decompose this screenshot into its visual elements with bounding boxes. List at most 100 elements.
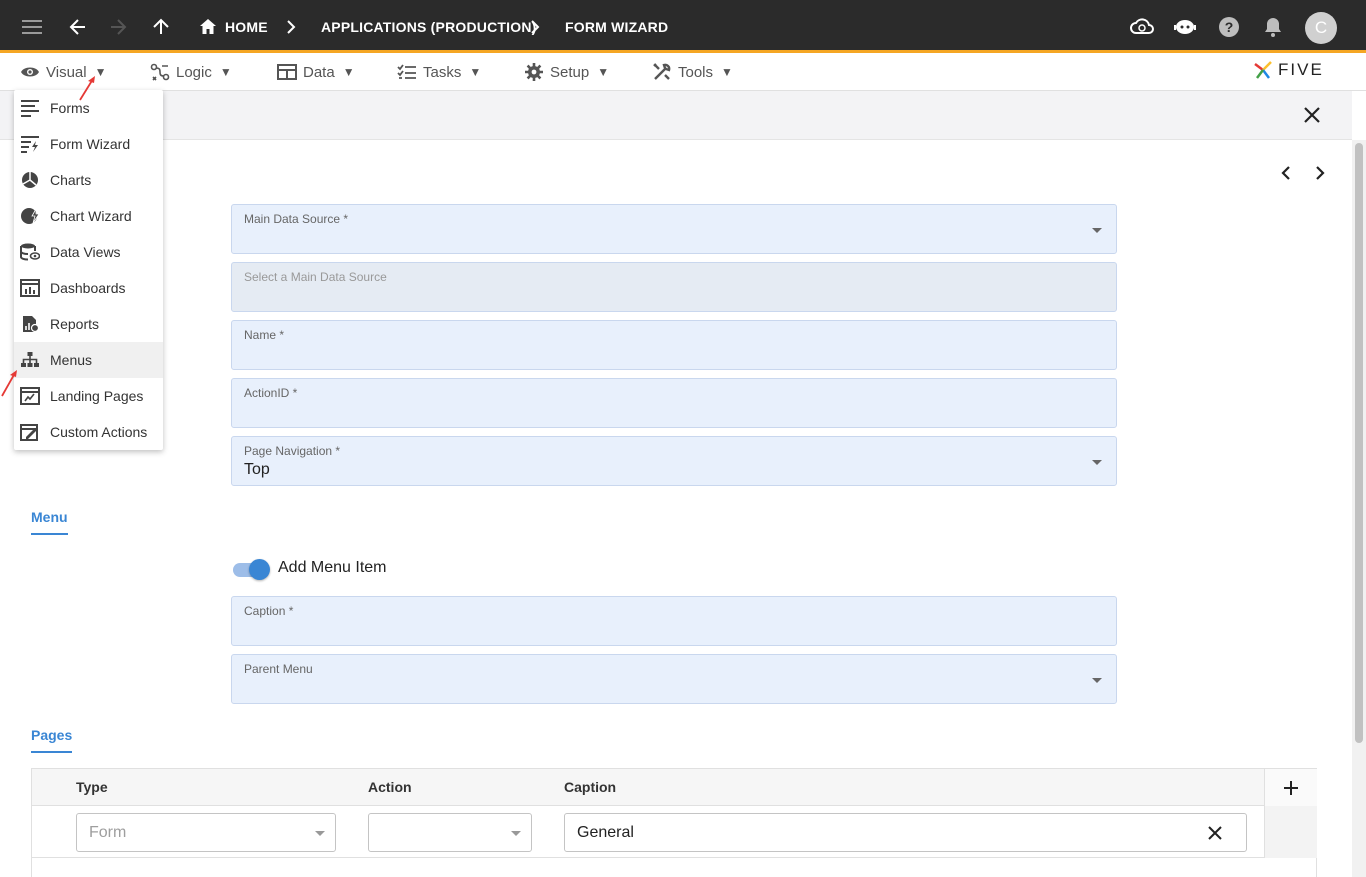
- page-caption-value: General: [577, 824, 634, 841]
- logic-icon: [150, 63, 170, 81]
- forward-arrow-icon[interactable]: [108, 0, 128, 53]
- menu-item-menus[interactable]: Menus: [14, 342, 163, 378]
- caret-down-icon: ▼: [342, 65, 355, 79]
- scrollbar-thumb[interactable]: [1355, 143, 1363, 743]
- table-icon: [277, 64, 297, 80]
- pages-section-tab[interactable]: Pages: [31, 727, 73, 753]
- menu-section-title: Menu: [31, 509, 68, 525]
- reports-icon: [23, 316, 40, 333]
- toggle-knob: [249, 559, 270, 580]
- column-header-action: Action: [368, 779, 412, 795]
- table-row: Form General: [32, 806, 1264, 858]
- chat-bot-icon[interactable]: [1173, 0, 1197, 53]
- caret-down-icon: ▼: [469, 65, 482, 79]
- pages-grid: Type Action Caption Form General: [31, 768, 1317, 877]
- menu-item-chart-wizard[interactable]: Chart Wizard: [14, 198, 163, 234]
- page-caption-input[interactable]: General: [564, 813, 1247, 852]
- menu-bar: Visual ▼ Logic ▼ Data ▼ Tasks ▼ Setup ▼ …: [0, 53, 1366, 91]
- close-icon[interactable]: [1303, 106, 1321, 129]
- menu-item-label: Forms: [50, 100, 90, 116]
- menu-setup[interactable]: Setup ▼: [524, 53, 609, 91]
- action-id-field[interactable]: ActionID *: [231, 378, 1117, 428]
- menu-setup-label: Setup: [550, 63, 590, 81]
- chevron-right-icon: [285, 0, 297, 53]
- page-navigation-select[interactable]: Page Navigation * Top: [231, 436, 1117, 486]
- menu-tools[interactable]: Tools ▼: [652, 53, 733, 91]
- page-type-select[interactable]: Form: [76, 813, 336, 852]
- select-main-data-source-label: Select a Main Data Source: [244, 270, 387, 284]
- menu-logic-label: Logic: [176, 63, 212, 81]
- menu-item-label: Data Views: [50, 244, 121, 260]
- breadcrumb-applications-label: APPLICATIONS (PRODUCTION): [321, 18, 537, 35]
- main-data-source-label: Main Data Source *: [244, 212, 349, 226]
- annotation-arrow-icon: [1, 370, 17, 397]
- menu-data[interactable]: Data ▼: [277, 53, 355, 91]
- five-logo: FIVE: [1252, 58, 1324, 82]
- next-record-icon[interactable]: [1313, 164, 1327, 187]
- caret-down-icon: ▼: [597, 65, 610, 79]
- previous-record-icon[interactable]: [1279, 164, 1293, 187]
- user-avatar[interactable]: C: [1305, 12, 1337, 44]
- parent-menu-label: Parent Menu: [244, 662, 313, 676]
- column-header-type: Type: [76, 779, 108, 795]
- visual-dropdown-menu: Forms Form Wizard Charts Chart Wizard Da…: [14, 90, 163, 450]
- menu-tools-label: Tools: [678, 63, 714, 81]
- form-wizard-icon: [21, 136, 39, 153]
- notifications-bell-icon[interactable]: [1263, 0, 1283, 53]
- menu-item-custom-actions[interactable]: Custom Actions: [14, 414, 163, 450]
- breadcrumb-applications[interactable]: APPLICATIONS (PRODUCTION): [321, 0, 537, 53]
- menu-item-reports[interactable]: Reports: [14, 306, 163, 342]
- menu-item-label: Form Wizard: [50, 136, 131, 152]
- plus-icon: [1284, 780, 1298, 795]
- caption-field[interactable]: Caption *: [231, 596, 1117, 646]
- menu-item-form-wizard[interactable]: Form Wizard: [14, 126, 163, 162]
- main-data-source-select[interactable]: Main Data Source *: [231, 204, 1117, 254]
- menu-logic[interactable]: Logic ▼: [150, 53, 232, 91]
- column-header-caption: Caption: [564, 779, 617, 795]
- clear-icon[interactable]: [1208, 826, 1222, 840]
- help-icon[interactable]: ?: [1218, 0, 1240, 53]
- add-page-button[interactable]: [1264, 769, 1317, 806]
- menu-item-charts[interactable]: Charts: [14, 162, 163, 198]
- breadcrumb-form-wizard-label: FORM WIZARD: [565, 18, 669, 35]
- menu-item-label: Chart Wizard: [50, 208, 132, 224]
- menu-tasks[interactable]: Tasks ▼: [397, 53, 481, 91]
- hamburger-menu-icon[interactable]: [22, 0, 44, 53]
- page-action-select[interactable]: [368, 813, 532, 852]
- menu-item-label: Menus: [50, 352, 93, 368]
- up-arrow-icon[interactable]: [151, 0, 171, 53]
- gear-icon: [525, 63, 543, 81]
- chevron-right-icon: [529, 0, 541, 53]
- form-header-bar: [0, 91, 1352, 140]
- menu-item-data-views[interactable]: Data Views: [14, 234, 163, 270]
- menu-item-landing-pages[interactable]: Landing Pages: [14, 378, 163, 414]
- caret-down-icon: ▼: [219, 65, 232, 79]
- menu-item-label: Landing Pages: [50, 388, 144, 404]
- menu-section-tab[interactable]: Menu: [31, 509, 68, 535]
- breadcrumb-home[interactable]: HOME: [199, 0, 268, 53]
- tasks-icon: [397, 64, 416, 79]
- top-bar: HOME APPLICATIONS (PRODUCTION) FORM WIZA…: [0, 0, 1366, 53]
- chart-wizard-icon: [21, 207, 40, 224]
- eye-icon: [21, 67, 39, 77]
- annotation-arrow-icon: [79, 76, 95, 101]
- breadcrumb-home-label: HOME: [225, 18, 268, 35]
- dropdown-arrow-icon: [1092, 460, 1102, 465]
- data-views-icon: [20, 243, 40, 261]
- name-field[interactable]: Name *: [231, 320, 1117, 370]
- menus-icon: [21, 352, 39, 367]
- caret-down-icon: ▼: [721, 65, 733, 79]
- parent-menu-select[interactable]: Parent Menu: [231, 654, 1117, 704]
- dropdown-arrow-icon: [511, 831, 521, 836]
- menu-item-label: Dashboards: [50, 280, 126, 296]
- menu-item-dashboards[interactable]: Dashboards: [14, 270, 163, 306]
- add-menu-item-toggle[interactable]: [231, 558, 271, 580]
- pages-section-title: Pages: [31, 727, 73, 743]
- back-arrow-icon[interactable]: [68, 0, 88, 53]
- menu-item-label: Charts: [50, 172, 92, 188]
- five-logo-mark-icon: [1254, 61, 1272, 79]
- dropdown-arrow-icon: [315, 831, 325, 836]
- vertical-scrollbar[interactable]: [1352, 140, 1366, 877]
- charts-icon: [22, 172, 38, 188]
- cloud-sync-icon[interactable]: [1130, 0, 1154, 53]
